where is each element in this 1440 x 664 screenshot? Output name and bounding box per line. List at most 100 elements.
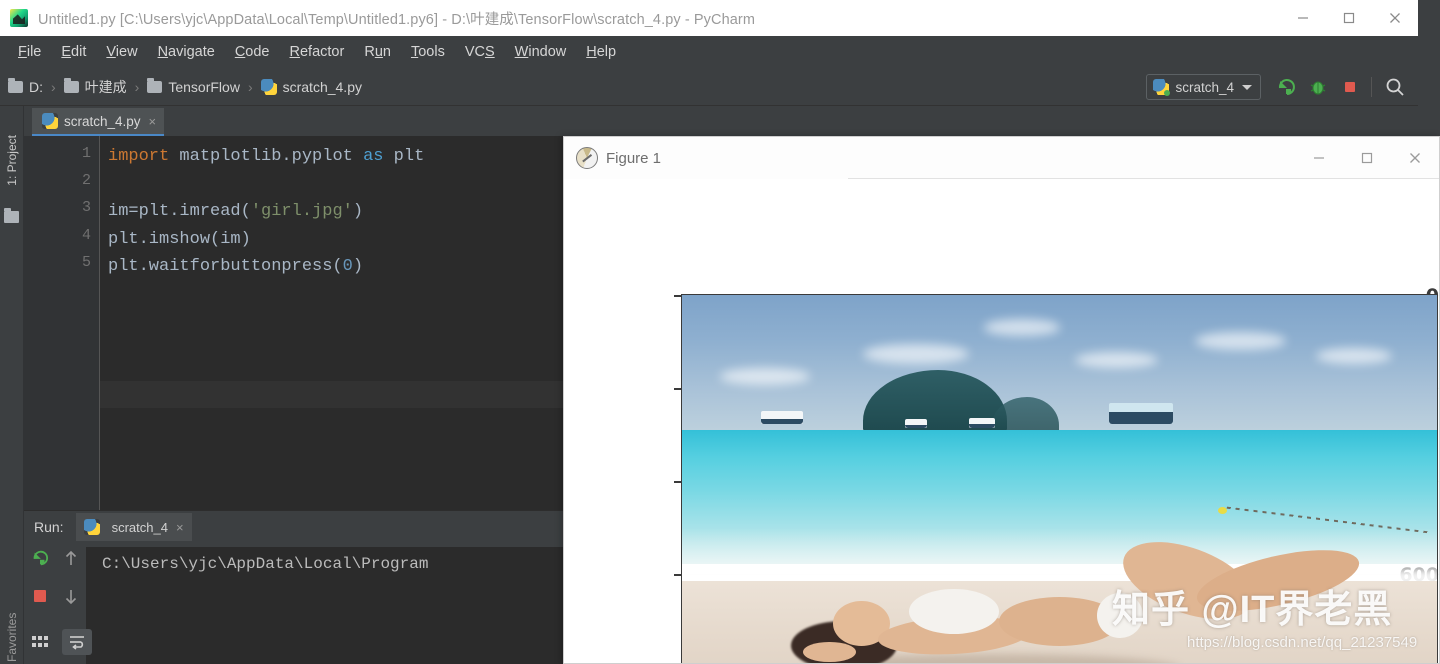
folder-icon: [147, 77, 163, 93]
window-controls: [1280, 0, 1418, 36]
menu-item-view[interactable]: View: [96, 41, 147, 63]
image-person-arm: [802, 641, 856, 663]
status-bar-buttons: [24, 620, 142, 664]
pycharm-icon: [10, 9, 28, 27]
breadcrumb-label: TensorFlow: [168, 78, 240, 95]
left-tool-strip: 1: Project Favorites: [0, 106, 24, 664]
folder-icon[interactable]: [4, 208, 19, 223]
menu-item-window[interactable]: Window: [505, 41, 577, 63]
menu-bar: File Edit View Navigate Code Refactor Ru…: [0, 36, 1418, 68]
project-tab-label: 1: Project: [5, 134, 19, 186]
menu-item-tools[interactable]: Tools: [401, 41, 455, 63]
run-tab-scratch4[interactable]: scratch_4 ×: [75, 513, 192, 541]
breadcrumb-item-file[interactable]: scratch_4.py: [260, 78, 362, 95]
breadcrumb-label: scratch_4.py: [282, 78, 362, 95]
breadcrumb-item-drive[interactable]: D:: [8, 77, 43, 95]
run-configuration-selector[interactable]: scratch_4: [1146, 74, 1261, 100]
figure-title: Figure 1: [606, 149, 662, 167]
matplotlib-icon: [576, 147, 598, 169]
ytick-mark: [674, 388, 681, 390]
watermark-zhihu: 知乎 @IT界老黑: [1112, 589, 1393, 631]
rerun-icon[interactable]: [31, 549, 49, 572]
editor-tab-strip: scratch_4.py ×: [24, 106, 1418, 136]
sidebar-item-project[interactable]: 1: Project: [0, 114, 24, 206]
console-output[interactable]: C:\Users\yjc\AppData\Local\Program: [86, 547, 563, 664]
arrow-down-icon[interactable]: [63, 588, 79, 611]
debug-bug-icon[interactable]: [1303, 72, 1333, 102]
stop-button[interactable]: [1335, 72, 1365, 102]
run-tab-label: scratch_4: [111, 519, 168, 535]
run-panel-header: Run: scratch_4 ×: [24, 511, 563, 543]
sidebar-item-favorites[interactable]: Favorites: [0, 606, 24, 662]
image-boat: [1108, 403, 1173, 424]
maximize-icon[interactable]: [1326, 0, 1372, 36]
menu-item-edit[interactable]: Edit: [51, 41, 96, 63]
line-number: 3: [81, 199, 91, 216]
folder-icon: [8, 77, 23, 93]
image-boat: [761, 411, 803, 425]
breadcrumb-separator: ›: [134, 78, 140, 95]
menu-item-code[interactable]: Code: [225, 41, 280, 63]
title-bar: Untitled1.py [C:\Users\yjc\AppData\Local…: [0, 0, 1418, 36]
menu-item-vcs[interactable]: VCS: [455, 41, 505, 63]
menu-item-navigate[interactable]: Navigate: [148, 41, 225, 63]
close-icon[interactable]: [1391, 137, 1439, 179]
ytick-mark: [674, 295, 681, 297]
editor-gutter: 1 2 3 4 5: [24, 136, 100, 510]
menu-item-file[interactable]: File: [8, 41, 51, 63]
run-toolbar: scratch_4: [1146, 68, 1410, 106]
minimize-icon[interactable]: [1280, 0, 1326, 36]
ytick-mark: [674, 574, 681, 576]
run-panel-label: Run:: [34, 519, 64, 535]
breadcrumb-separator: ›: [247, 78, 253, 95]
navigation-toolbar: D: › 叶建成 › TensorFlow › scratch_4.py scr…: [0, 68, 1418, 106]
python-file-icon: [42, 113, 58, 129]
grid-icon[interactable]: [32, 636, 48, 648]
menu-item-help[interactable]: Help: [576, 41, 626, 63]
line-number: 2: [81, 172, 91, 189]
menu-item-refactor[interactable]: Refactor: [280, 41, 355, 63]
editor-tab-scratch4[interactable]: scratch_4.py ×: [32, 108, 165, 136]
breadcrumb-item-tensorflow[interactable]: TensorFlow: [147, 77, 240, 95]
screen: Untitled1.py [C:\Users\yjc\AppData\Local…: [0, 0, 1440, 664]
breadcrumb-item-project[interactable]: 叶建成: [63, 77, 127, 97]
editor-tab-label: scratch_4.py: [64, 113, 141, 129]
python-config-icon: [1153, 79, 1171, 96]
code-editor[interactable]: 1 2 3 4 5 import matplotlib.pyplot as pl…: [24, 136, 563, 510]
search-icon[interactable]: [1380, 72, 1410, 102]
line-number: 4: [81, 227, 91, 244]
close-icon[interactable]: ×: [149, 114, 157, 129]
run-configuration-label: scratch_4: [1175, 79, 1234, 95]
image-boat: [968, 418, 995, 428]
line-number: 1: [81, 145, 91, 162]
watermark-csdn: https://blog.csdn.net/qq_21237549: [1187, 634, 1418, 651]
folder-icon: [63, 77, 79, 93]
python-file-icon: [260, 78, 277, 95]
line-number: 5: [81, 254, 91, 271]
current-line-highlight: [24, 381, 563, 408]
figure-title-bar: Figure 1: [564, 137, 1439, 179]
soft-wrap-icon[interactable]: [62, 629, 92, 655]
code-text[interactable]: import matplotlib.pyplot as plt im=plt.i…: [108, 136, 563, 281]
breadcrumb: D: › 叶建成 › TensorFlow › scratch_4.py: [0, 77, 362, 97]
favorites-tab-label: Favorites: [5, 612, 19, 662]
python-file-icon: [83, 519, 100, 535]
ytick-mark: [674, 481, 681, 483]
image-cloud: [984, 319, 1060, 336]
maximize-icon[interactable]: [1343, 137, 1391, 179]
menu-item-run[interactable]: Run: [354, 41, 401, 63]
minimize-icon[interactable]: [1295, 137, 1343, 179]
breadcrumb-label: D:: [29, 78, 43, 95]
image-cloud: [1195, 331, 1286, 351]
breadcrumb-label: 叶建成: [84, 78, 127, 95]
image-cloud: [719, 368, 811, 385]
image-boat: [904, 419, 928, 429]
chevron-down-icon: [1242, 84, 1252, 90]
figure-window-controls: [1295, 137, 1439, 179]
stop-icon[interactable]: [32, 588, 48, 609]
close-icon[interactable]: ×: [176, 520, 184, 535]
close-icon[interactable]: [1372, 0, 1418, 36]
image-person-top: [908, 588, 1000, 634]
run-button[interactable]: [1271, 72, 1301, 102]
arrow-up-icon[interactable]: [63, 549, 79, 572]
